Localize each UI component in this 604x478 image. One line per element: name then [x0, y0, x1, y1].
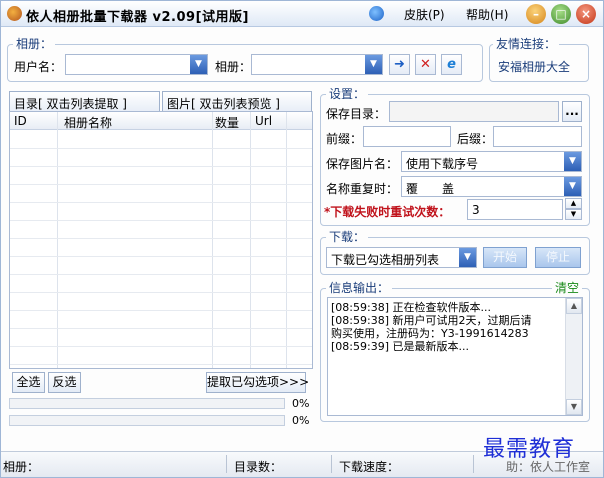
table-row-line	[10, 184, 312, 185]
column-divider	[286, 112, 287, 368]
table-row-line	[10, 364, 312, 365]
links-group-title: 友情连接：	[493, 35, 560, 52]
invert-selection-button[interactable]: 反选	[48, 372, 81, 393]
friend-link[interactable]: 安福相册大全	[498, 58, 570, 75]
progress-bar	[9, 398, 285, 409]
save-dir-label: 保存目录：	[326, 107, 387, 121]
chevron-down-icon[interactable]: ▼	[564, 152, 581, 171]
app-window: 依人相册批量下载器 v2.09[试用版] 皮肤(P) 帮助(H) – □ × 相…	[0, 0, 604, 478]
status-divider	[473, 455, 474, 473]
maximize-icon[interactable]: □	[551, 4, 571, 24]
column-divider	[212, 112, 213, 368]
save-dir-input[interactable]	[389, 101, 559, 122]
table-row-line	[10, 346, 312, 347]
album-group-title: 相册：	[13, 35, 56, 52]
table-row-line	[10, 310, 312, 311]
filename-value: 使用下载序号	[406, 157, 479, 171]
album-label: 相册：	[215, 60, 252, 74]
status-dir-count: 目录数：	[234, 460, 283, 474]
download-mode-select[interactable]: 下载已勾选相册列表 ▼	[326, 247, 477, 268]
app-logo-icon	[7, 6, 22, 21]
table-row-line	[10, 148, 312, 149]
duplicate-value: 覆 盖	[406, 182, 455, 196]
retry-label: *下载失败时重试次数：	[324, 205, 451, 219]
table-header: ID 相册名称 数量 Url	[10, 112, 312, 130]
progress-percent: 0%	[292, 414, 310, 427]
status-speed: 下载速度：	[339, 460, 400, 474]
column-header-count[interactable]: 数量	[215, 114, 239, 131]
table-row-line	[10, 328, 312, 329]
skin-icon[interactable]	[369, 6, 384, 21]
table-row-line	[10, 292, 312, 293]
minimize-icon[interactable]: –	[526, 4, 546, 24]
clear-log-button[interactable]: 清空	[552, 279, 583, 296]
progress-percent: 0%	[292, 397, 310, 410]
scroll-down-icon[interactable]: ▼	[566, 399, 582, 415]
window-title: 依人相册批量下载器 v2.09[试用版]	[26, 10, 249, 25]
suffix-input[interactable]	[493, 126, 582, 147]
log-output[interactable]: [08:59:38] 正在检查软件版本... [08:59:38] 新用户可试用…	[327, 297, 583, 416]
stop-button[interactable]: 停止	[535, 247, 581, 268]
log-line: [08:59:38] 新用户可试用2天，过期后请	[331, 314, 532, 327]
select-all-button[interactable]: 全选	[12, 372, 45, 393]
stepper-up-icon[interactable]: ▲	[565, 198, 582, 209]
table-row-line	[10, 274, 312, 275]
column-header-name[interactable]: 相册名称	[64, 114, 112, 131]
username-combo[interactable]: ▼	[65, 54, 208, 75]
prefix-input[interactable]	[363, 126, 451, 147]
arrow-right-icon[interactable]: ➜	[389, 54, 410, 75]
status-divider	[331, 455, 332, 473]
download-mode-value: 下载已勾选相册列表	[331, 253, 440, 267]
log-scrollbar[interactable]: ▲ ▼	[565, 298, 582, 415]
table-row-line	[10, 202, 312, 203]
column-header-id[interactable]: ID	[14, 114, 27, 128]
duplicate-label: 名称重复时：	[326, 182, 399, 196]
stepper-down-icon[interactable]: ▼	[565, 209, 582, 220]
filename-label: 保存图片名：	[326, 157, 399, 171]
chevron-down-icon[interactable]: ▼	[564, 177, 581, 196]
log-line: [08:59:38] 正在检查软件版本...	[331, 301, 491, 314]
status-album: 相册：	[3, 460, 40, 474]
table-row-line	[10, 220, 312, 221]
download-group-title: 下载：	[326, 228, 369, 245]
tab-pictures[interactable]: 图片[ 双击列表预览 ]	[162, 91, 312, 111]
help-menu[interactable]: 帮助(H)	[466, 6, 508, 23]
chevron-down-icon[interactable]: ▼	[459, 248, 476, 267]
extract-checked-button[interactable]: 提取已勾选项>>>	[206, 372, 309, 393]
album-table[interactable]: ID 相册名称 数量 Url	[9, 111, 313, 369]
table-row-line	[10, 238, 312, 239]
progress-bar	[9, 415, 285, 426]
column-divider	[250, 112, 251, 368]
skin-menu[interactable]: 皮肤(P)	[404, 6, 445, 23]
title-bar: 依人相册批量下载器 v2.09[试用版] 皮肤(P) 帮助(H) – □ ×	[1, 1, 603, 27]
album-combo[interactable]: ▼	[251, 54, 383, 75]
prefix-label: 前缀：	[326, 132, 363, 146]
browser-icon[interactable]: e	[441, 54, 462, 75]
tab-directory[interactable]: 目录[ 双击列表提取 ]	[9, 91, 160, 111]
scroll-up-icon[interactable]: ▲	[566, 298, 582, 314]
chevron-down-icon[interactable]: ▼	[190, 55, 207, 74]
start-button[interactable]: 开始	[483, 247, 527, 268]
retry-input[interactable]: 3	[467, 199, 563, 220]
chevron-down-icon[interactable]: ▼	[365, 55, 382, 74]
column-header-url[interactable]: Url	[255, 114, 272, 128]
duplicate-select[interactable]: 覆 盖 ▼	[401, 176, 582, 197]
info-group-title: 信息输出：	[326, 279, 393, 296]
watermark-text: 最需教育	[483, 437, 576, 462]
browse-button[interactable]: ...	[562, 101, 582, 122]
status-divider	[226, 455, 227, 473]
settings-group-title: 设置：	[326, 85, 369, 102]
table-row-line	[10, 256, 312, 257]
filename-select[interactable]: 使用下载序号 ▼	[401, 151, 582, 172]
column-divider	[57, 112, 58, 368]
close-icon[interactable]: ×	[576, 4, 596, 24]
log-line: 购买使用，注册码为：Y3-1991614283	[331, 327, 529, 340]
suffix-label: 后缀：	[457, 132, 494, 146]
cancel-icon[interactable]: ✕	[415, 54, 436, 75]
table-row-line	[10, 166, 312, 167]
log-line: [08:59:39] 已是最新版本...	[331, 340, 469, 353]
username-label: 用户名：	[14, 60, 63, 74]
